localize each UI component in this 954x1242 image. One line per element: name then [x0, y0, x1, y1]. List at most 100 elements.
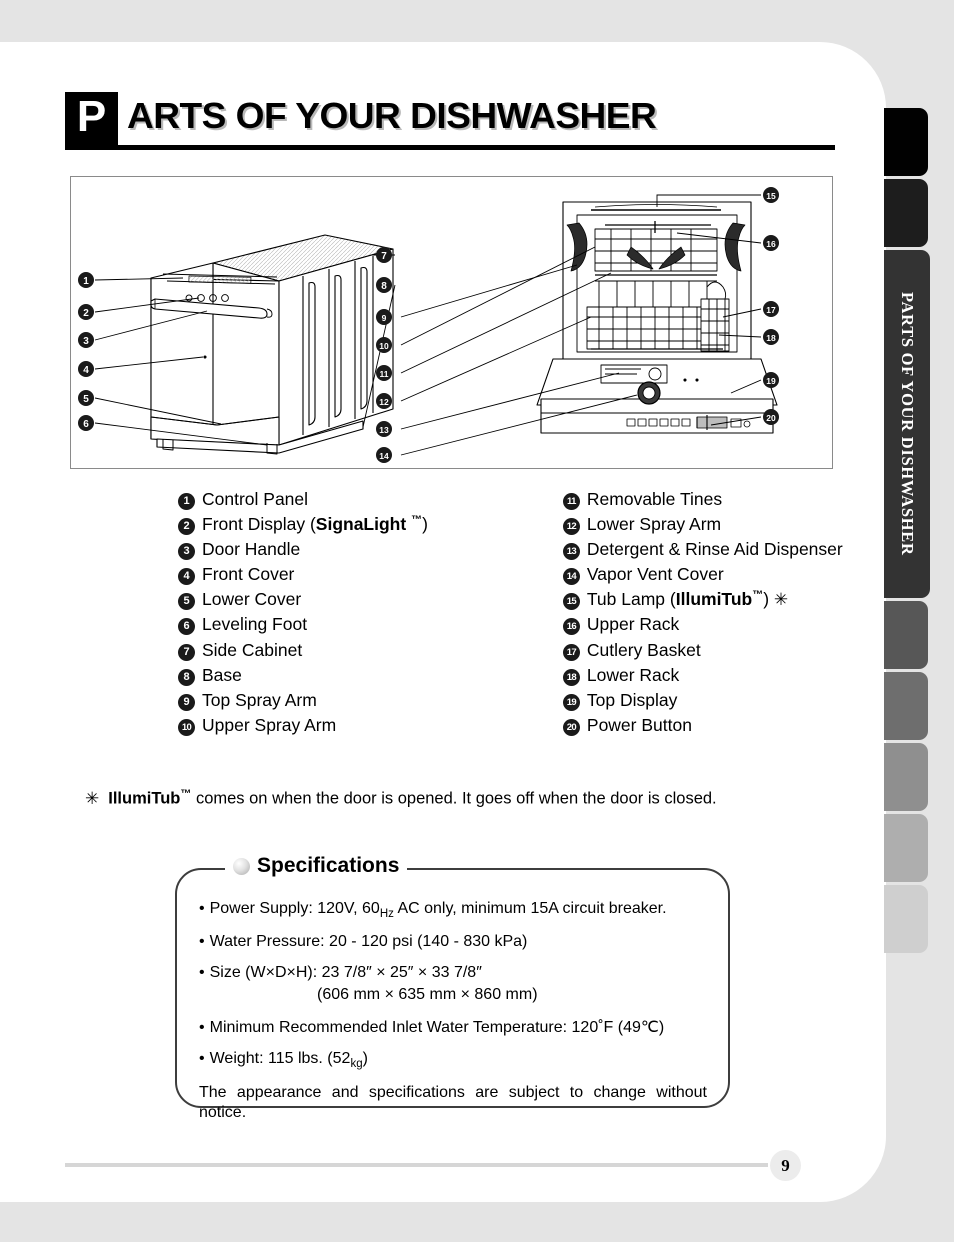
footnote-text: comes on when the door is opened. It goe…	[191, 789, 717, 808]
manual-page: P ARTS OF YOUR DISHWASHER 1 2 3 4 5 6 7 …	[0, 0, 954, 1242]
footnote-brand: IllumiTub	[108, 789, 181, 808]
parts-legend-number: 8	[178, 668, 195, 686]
parts-legend-number: 15	[562, 593, 580, 611]
specifications-panel: Specifications • Power Supply: 120V, 60Hz…	[175, 854, 730, 1121]
chapter-tab-label: PARTS OF YOUR DISHWASHER	[898, 292, 917, 556]
specification-item: • Water Pressure: 20 - 120 psi (140 - 830…	[199, 933, 528, 951]
svg-text:20: 20	[766, 413, 776, 423]
svg-text:9: 9	[382, 313, 387, 323]
parts-legend-item: 12 Lower Spray Arm	[562, 514, 843, 539]
parts-legend-label: Power Button	[586, 714, 692, 735]
specification-item: • Size (W×D×H): 23 7/8″ × 25″ × 33 7/8″	[199, 964, 482, 982]
svg-text:19: 19	[766, 376, 776, 386]
svg-text:16: 16	[766, 239, 776, 249]
parts-legend-item: 2 Front Display (SignaLight ™)	[178, 514, 428, 539]
parts-legend-label: Lower Rack	[586, 664, 680, 685]
svg-text:7: 7	[381, 251, 387, 262]
parts-legend-label: Removable Tines	[586, 489, 723, 509]
parts-legend-number: 6	[178, 618, 195, 636]
title-underline	[65, 145, 835, 150]
parts-legend-number: 12	[562, 518, 580, 536]
parts-legend-label: Tub Lamp (IllumiTub™) ✳	[586, 589, 789, 610]
parts-legend-number: 18	[562, 668, 580, 686]
specification-item: • Power Supply: 120V, 60Hz AC only, minim…	[199, 900, 667, 921]
parts-legend-label: Front Cover	[202, 564, 295, 585]
specification-size-metric: (606 mm × 635 mm × 860 mm)	[317, 986, 538, 1004]
svg-text:8: 8	[381, 281, 387, 292]
parts-legend-number: 2	[178, 518, 195, 536]
parts-legend-number: 19	[562, 693, 580, 711]
chapter-tabs: PARTS OF YOUR DISHWASHER	[884, 108, 930, 956]
svg-text:2: 2	[83, 308, 89, 319]
parts-legend-label: Door Handle	[202, 539, 301, 560]
parts-legend-number: 11	[562, 493, 580, 510]
parts-legend-item: 6 Leveling Foot	[178, 614, 428, 639]
parts-legend-number: 7	[178, 643, 195, 661]
parts-legend-item: 17 Cutlery Basket	[562, 639, 843, 665]
page-number: 9	[770, 1150, 801, 1181]
parts-legend-number: 17	[562, 643, 580, 661]
specification-item: • Weight: 115 lbs. (52kg)	[199, 1050, 368, 1071]
svg-text:18: 18	[766, 333, 776, 343]
parts-legend: 1 Control Panel 2 Front Display (SignaLight…	[178, 489, 843, 740]
chapter-tab[interactable]	[884, 108, 928, 176]
parts-legend-label: Top Spray Arm	[202, 689, 317, 710]
parts-legend-number: 20	[562, 718, 580, 736]
parts-legend-item: 7 Side Cabinet	[178, 640, 428, 665]
parts-legend-label: Upper Rack	[586, 614, 680, 635]
specification-item: • Minimum Recommended Inlet Water Tempera…	[199, 1019, 665, 1037]
chapter-tab[interactable]	[884, 814, 928, 882]
dishwasher-illustration: 12 34 56 78 910 1112 1314 1516 1718 1920	[78, 187, 779, 463]
parts-legend-label: Front Display (SignaLight ™)	[202, 514, 428, 535]
parts-legend-item: 18 Lower Rack	[562, 664, 843, 690]
parts-legend-item: 10 Upper Spray Arm	[178, 715, 428, 740]
page-title: ARTS OF YOUR DISHWASHER	[127, 95, 657, 136]
illumitub-footnote: ✳ IllumiTub™ comes on when the door is op…	[85, 788, 717, 809]
svg-text:6: 6	[83, 419, 89, 430]
specifications-header: Specifications	[225, 854, 408, 878]
parts-legend-number: 16	[562, 618, 580, 636]
parts-legend-number: 10	[178, 718, 195, 736]
parts-legend-right-column: 11 Removable Tines 12 Lower Spray Arm 13 Dete…	[562, 489, 843, 740]
svg-text:5: 5	[83, 394, 89, 405]
page-header: P ARTS OF YOUR DISHWASHER	[65, 92, 835, 154]
bullet-sphere-icon	[233, 857, 250, 875]
parts-legend-number: 3	[178, 543, 195, 561]
parts-legend-label: Lower Spray Arm	[586, 514, 722, 535]
specifications-title: Specifications	[257, 854, 400, 877]
parts-legend-item: 20 Power Button	[562, 714, 843, 740]
parts-legend-item: 14 Vapor Vent Cover	[562, 564, 843, 589]
chapter-tab[interactable]	[884, 743, 928, 811]
svg-text:10: 10	[379, 341, 389, 351]
parts-legend-item: 11 Removable Tines	[562, 489, 843, 514]
chapter-tab[interactable]	[884, 885, 928, 953]
footnote-trademark: ™	[180, 788, 192, 800]
parts-legend-item: 1 Control Panel	[178, 489, 428, 514]
parts-legend-item: 4 Front Cover	[178, 564, 428, 589]
footer-divider	[65, 1163, 768, 1167]
parts-legend-label: Vapor Vent Cover	[586, 564, 724, 585]
chapter-tab-active[interactable]: PARTS OF YOUR DISHWASHER	[884, 250, 930, 598]
parts-legend-item: 13 Detergent & Rinse Aid Dispenser	[562, 539, 843, 564]
svg-text:3: 3	[83, 336, 89, 347]
parts-legend-item: 3 Door Handle	[178, 539, 428, 564]
svg-text:17: 17	[766, 305, 776, 315]
parts-legend-number: 5	[178, 593, 195, 611]
parts-legend-item: 5 Lower Cover	[178, 589, 428, 614]
parts-legend-label: Lower Cover	[202, 589, 302, 610]
svg-text:12: 12	[379, 397, 389, 407]
svg-text:13: 13	[379, 425, 389, 435]
parts-legend-item: 16 Upper Rack	[562, 614, 843, 639]
svg-text:4: 4	[83, 365, 89, 376]
parts-legend-item: 15 Tub Lamp (IllumiTub™) ✳	[562, 589, 843, 614]
parts-legend-label: Side Cabinet	[202, 639, 303, 660]
svg-text:1: 1	[83, 276, 89, 287]
chapter-tab[interactable]	[884, 672, 928, 740]
chapter-tab[interactable]	[884, 179, 928, 247]
parts-legend-label: Upper Spray Arm	[202, 714, 337, 735]
parts-legend-item: 8 Base	[178, 665, 428, 690]
asterisk-icon: ✳	[85, 788, 100, 808]
chapter-tab[interactable]	[884, 601, 928, 669]
parts-legend-label: Cutlery Basket	[586, 639, 701, 660]
parts-legend-number: 14	[562, 568, 580, 586]
